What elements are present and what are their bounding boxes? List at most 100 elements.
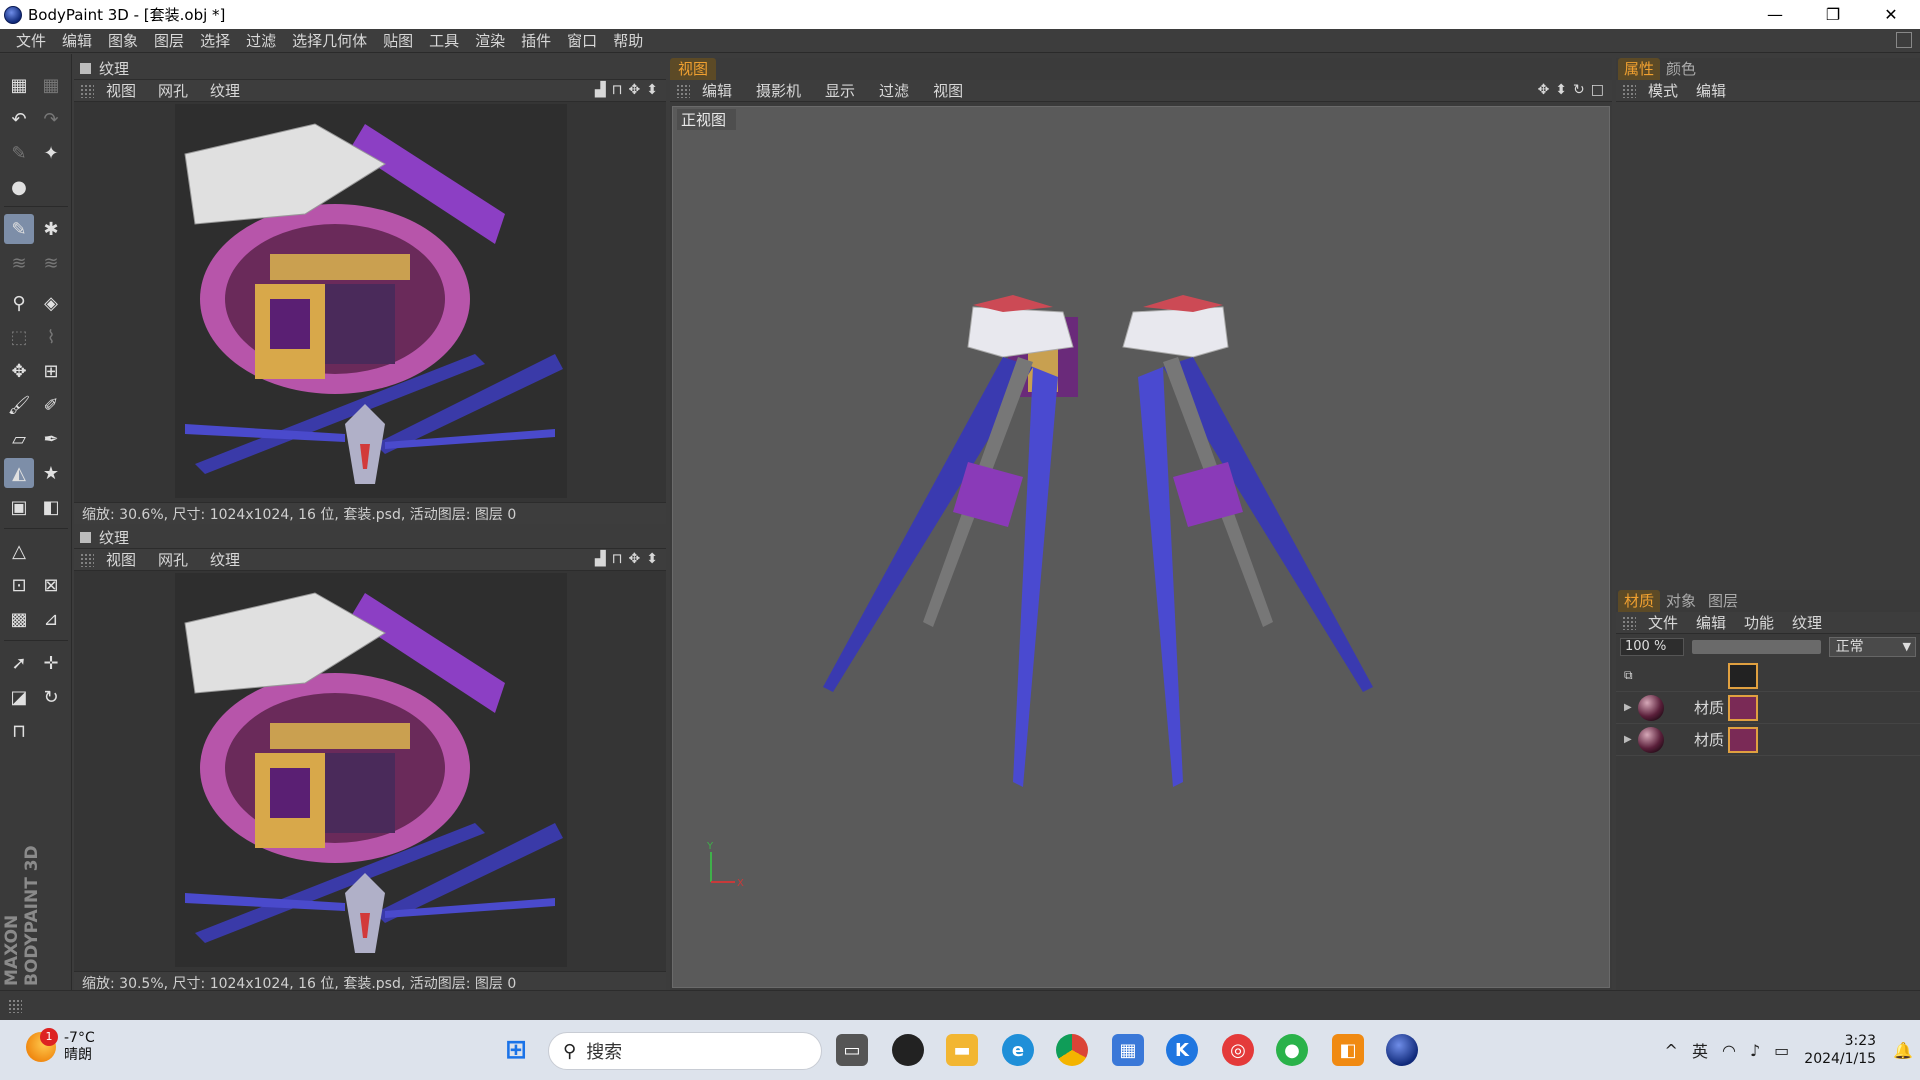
render-icon[interactable]: ●	[4, 172, 34, 202]
texture-menu-texture[interactable]: 纹理	[210, 549, 240, 570]
lock-icon[interactable]: ⊓	[612, 82, 623, 98]
checker-icon[interactable]: ▩	[4, 604, 34, 634]
taskbar-search[interactable]: ⚲ 搜索	[548, 1032, 822, 1070]
magnify-icon[interactable]: ⚲	[4, 288, 34, 318]
histogram-icon[interactable]: ▟	[595, 551, 606, 567]
texture-menu-view[interactable]: 视图	[106, 549, 136, 570]
materials-menu-edit[interactable]: 编辑	[1696, 612, 1726, 633]
opacity-slider[interactable]	[1691, 640, 1821, 654]
stamp-icon[interactable]: ▣	[4, 492, 34, 522]
layer-mode-2-icon[interactable]: ≋	[36, 248, 66, 278]
menu-texture[interactable]: 贴图	[375, 30, 421, 51]
layer-mode-1-icon[interactable]: ≋	[4, 248, 34, 278]
menu-filter[interactable]: 过滤	[238, 30, 284, 51]
texture-menu-view[interactable]: 视图	[106, 80, 136, 101]
texture-menu-mesh[interactable]: 网孔	[158, 80, 188, 101]
materials-menu-file[interactable]: 文件	[1648, 612, 1678, 633]
color-channel-thumb[interactable]	[1728, 663, 1758, 689]
pan-icon[interactable]: ✥	[629, 82, 641, 98]
magnet-icon[interactable]: ⊓	[4, 716, 34, 746]
menu-image[interactable]: 图象	[100, 30, 146, 51]
opacity-field[interactable]: 100 %	[1620, 638, 1684, 656]
tab-objects[interactable]: 对象	[1660, 590, 1702, 612]
tab-materials[interactable]: 材质	[1618, 590, 1661, 612]
rect-select-icon[interactable]: ⬚	[4, 322, 34, 352]
material-texture-thumb[interactable]	[1728, 695, 1758, 721]
star-shape-icon[interactable]: ★	[36, 458, 66, 488]
lasso-icon[interactable]: ⌇	[36, 322, 66, 352]
wifi-icon[interactable]: ◠	[1722, 1041, 1736, 1060]
restore-button[interactable]: ❐	[1804, 0, 1862, 29]
eyedropper-icon[interactable]: ✒	[36, 424, 66, 454]
clock[interactable]: 3:23 2024/1/15	[1804, 1032, 1876, 1068]
maximize-view-icon[interactable]: □	[1591, 82, 1604, 98]
brush-icon[interactable]: 🖌	[4, 390, 34, 420]
menu-plugins[interactable]: 插件	[513, 30, 559, 51]
menu-select-geometry[interactable]: 选择几何体	[284, 30, 375, 51]
uv-mode-icon[interactable]: △	[4, 536, 34, 566]
materials-menu-texture[interactable]: 纹理	[1792, 612, 1822, 633]
pan-icon[interactable]: ✥	[629, 551, 641, 567]
wechat-icon[interactable]: ●	[1276, 1034, 1308, 1066]
tab-layers[interactable]: 图层	[1702, 590, 1744, 612]
k-app-icon[interactable]: K	[1166, 1034, 1198, 1066]
grip-icon[interactable]	[80, 83, 94, 98]
paint-wizard-icon[interactable]: ✱	[36, 214, 66, 244]
uv-polygons-icon[interactable]: ⊠	[36, 570, 66, 600]
menu-tools[interactable]: 工具	[421, 30, 467, 51]
menu-window[interactable]: 窗口	[559, 30, 605, 51]
paint-setup-icon[interactable]: ✦	[36, 138, 66, 168]
color-swatch-icon[interactable]: ◧	[36, 492, 66, 522]
panel-toggle-icon[interactable]	[80, 532, 91, 543]
file-explorer-icon[interactable]: ▬	[946, 1034, 978, 1066]
task-view-icon[interactable]: ▭	[836, 1034, 868, 1066]
menu-select[interactable]: 选择	[192, 30, 238, 51]
transform-icon[interactable]: ⊞	[36, 356, 66, 386]
scale-icon[interactable]: ◪	[4, 682, 34, 712]
panel-toggle-icon[interactable]	[80, 63, 91, 74]
zoom-arrow-icon[interactable]: ⬍	[646, 82, 658, 98]
ime-indicator[interactable]: 英	[1692, 1038, 1708, 1062]
bodypaint-taskbar-icon[interactable]	[1386, 1034, 1418, 1066]
notification-bell-icon[interactable]: 🔔	[1893, 1041, 1913, 1060]
grip-icon[interactable]	[80, 552, 94, 567]
viewport-menu-view[interactable]: 视图	[933, 80, 963, 101]
uv-points-icon[interactable]: ⊡	[4, 570, 34, 600]
move-icon[interactable]: ✥	[4, 356, 34, 386]
rotate-icon[interactable]: ↻	[36, 682, 66, 712]
netease-music-icon[interactable]: ◎	[1222, 1034, 1254, 1066]
fill-bucket-icon[interactable]: ◭	[4, 458, 34, 488]
tab-viewport[interactable]: 视图	[670, 58, 717, 80]
texture-menu-mesh[interactable]: 网孔	[158, 549, 188, 570]
brush-3d-icon[interactable]: ✎	[4, 214, 34, 244]
weather-widget[interactable]: 1 -7°C 晴朗	[26, 1028, 95, 1064]
move-axis-icon[interactable]: ✛	[36, 648, 66, 678]
viewport-canvas[interactable]: 正视图 Y X	[672, 106, 1610, 988]
grip-icon[interactable]	[8, 999, 22, 1013]
layout-alt-icon[interactable]: ▦	[36, 70, 66, 100]
undo-icon[interactable]: ↶	[4, 104, 34, 134]
material-texture-thumb[interactable]	[1728, 727, 1758, 753]
rotate-view-icon[interactable]: ↻	[1573, 82, 1585, 98]
tab-color[interactable]: 颜色	[1660, 58, 1702, 80]
layout-icon[interactable]: ▦	[4, 70, 34, 100]
tab-attributes[interactable]: 属性	[1618, 58, 1661, 80]
chrome-icon[interactable]	[1056, 1034, 1088, 1066]
move-view-icon[interactable]: ✥	[1538, 82, 1550, 98]
material-row[interactable]: ▶ 材质	[1616, 724, 1920, 756]
edge-browser-icon[interactable]: e	[1002, 1034, 1034, 1066]
viewport-menu-filter[interactable]: 过滤	[879, 80, 909, 101]
viewport-menu-camera[interactable]: 摄影机	[756, 80, 801, 101]
smudge-icon[interactable]: ✐	[36, 390, 66, 420]
minimize-button[interactable]: —	[1746, 0, 1804, 29]
battery-icon[interactable]: ▭	[1774, 1041, 1789, 1060]
redo-icon[interactable]: ↷	[36, 104, 66, 134]
texture-menu-texture[interactable]: 纹理	[210, 80, 240, 101]
live-select-icon[interactable]: ➚	[4, 648, 34, 678]
grip-icon[interactable]	[1622, 83, 1636, 98]
expand-arrow-icon[interactable]: ▶	[1624, 734, 1634, 745]
tray-chevron-icon[interactable]: ^	[1665, 1041, 1678, 1060]
dolly-icon[interactable]: ⬍	[1555, 82, 1567, 98]
grip-icon[interactable]	[1622, 615, 1636, 630]
close-button[interactable]: ✕	[1862, 0, 1920, 29]
